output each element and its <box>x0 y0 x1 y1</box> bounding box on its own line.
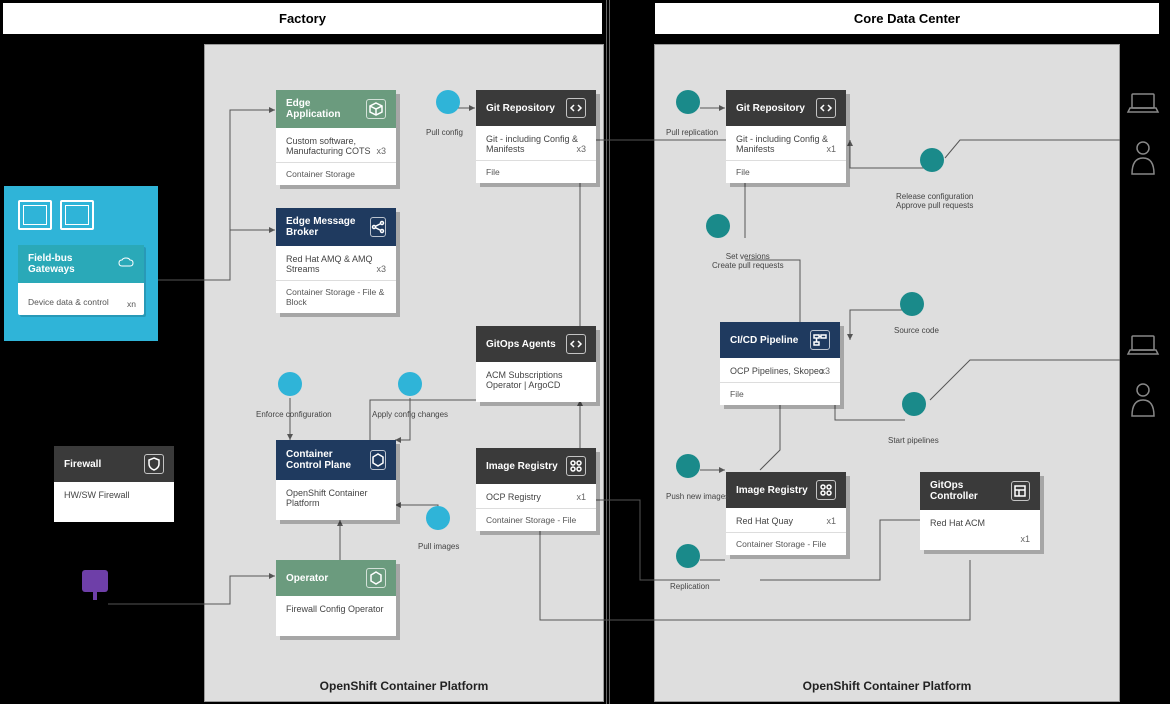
dot <box>676 454 700 478</box>
zone-label-factory: OpenShift Container Platform <box>205 679 603 693</box>
node-operator: Operator Firewall Config Operator <box>276 560 396 636</box>
code-icon <box>566 334 586 354</box>
dot <box>706 214 730 238</box>
grid-icon <box>566 456 586 476</box>
dot <box>676 90 700 114</box>
code-icon <box>566 98 586 118</box>
device-icon <box>18 200 52 230</box>
dot <box>902 392 926 416</box>
dot <box>436 90 460 114</box>
node-firewall: Firewall HW/SW Firewall <box>54 446 174 522</box>
dot <box>398 372 422 396</box>
node-head: Edge Message Broker <box>276 208 396 246</box>
zone-label-core: OpenShift Container Platform <box>655 679 1119 693</box>
zone-header-core: Core Data Center <box>654 2 1160 35</box>
device-purple-icon <box>82 570 108 600</box>
user-icon <box>1128 140 1158 181</box>
pipeline-icon <box>810 330 830 350</box>
dashboard-icon <box>1011 481 1030 501</box>
node-registry-factory: Image Registry OCP Registryx1 Container … <box>476 448 596 531</box>
shield-icon <box>144 454 164 474</box>
user-icon <box>1128 382 1158 423</box>
node-registry-core: Image Registry Red Hat Quayx1 Container … <box>726 472 846 555</box>
node-edge-msg: Edge Message Broker Red Hat AMQ & AMQ St… <box>276 208 396 313</box>
dot <box>426 506 450 530</box>
code-icon <box>816 98 836 118</box>
node-head: Edge Application <box>276 90 396 128</box>
node-git-factory: Git Repository Git - including Config & … <box>476 90 596 183</box>
node-edge-app: Edge Application Custom software, Manufa… <box>276 90 396 185</box>
share-icon <box>370 217 386 237</box>
device-icon <box>60 200 94 230</box>
laptop-icon <box>1126 334 1160 363</box>
hexagon-icon <box>366 568 386 588</box>
divider <box>606 0 610 704</box>
cube-icon <box>366 99 386 119</box>
laptop-icon <box>1126 92 1160 121</box>
dot <box>920 148 944 172</box>
cloud-icon <box>118 257 134 272</box>
zone-header-factory: Factory <box>2 2 603 35</box>
dot <box>676 544 700 568</box>
node-gitops-ctrl: GitOps Controller Red Hat ACMx1 <box>920 472 1040 550</box>
node-git-core: Git Repository Git - including Config & … <box>726 90 846 183</box>
grid-icon <box>816 480 836 500</box>
fieldbus-panel: Field-bus Gateways Device data & control… <box>4 186 158 341</box>
dot <box>278 372 302 396</box>
node-ccp: Container Control Plane OpenShift Contai… <box>276 440 396 520</box>
node-gitops-agents: GitOps Agents ACM Subscriptions Operator… <box>476 326 596 402</box>
node-pipeline: CI/CD Pipeline OCP Pipelines, Skopeox3 F… <box>720 322 840 405</box>
hexagon-icon <box>370 450 386 470</box>
dot <box>900 292 924 316</box>
